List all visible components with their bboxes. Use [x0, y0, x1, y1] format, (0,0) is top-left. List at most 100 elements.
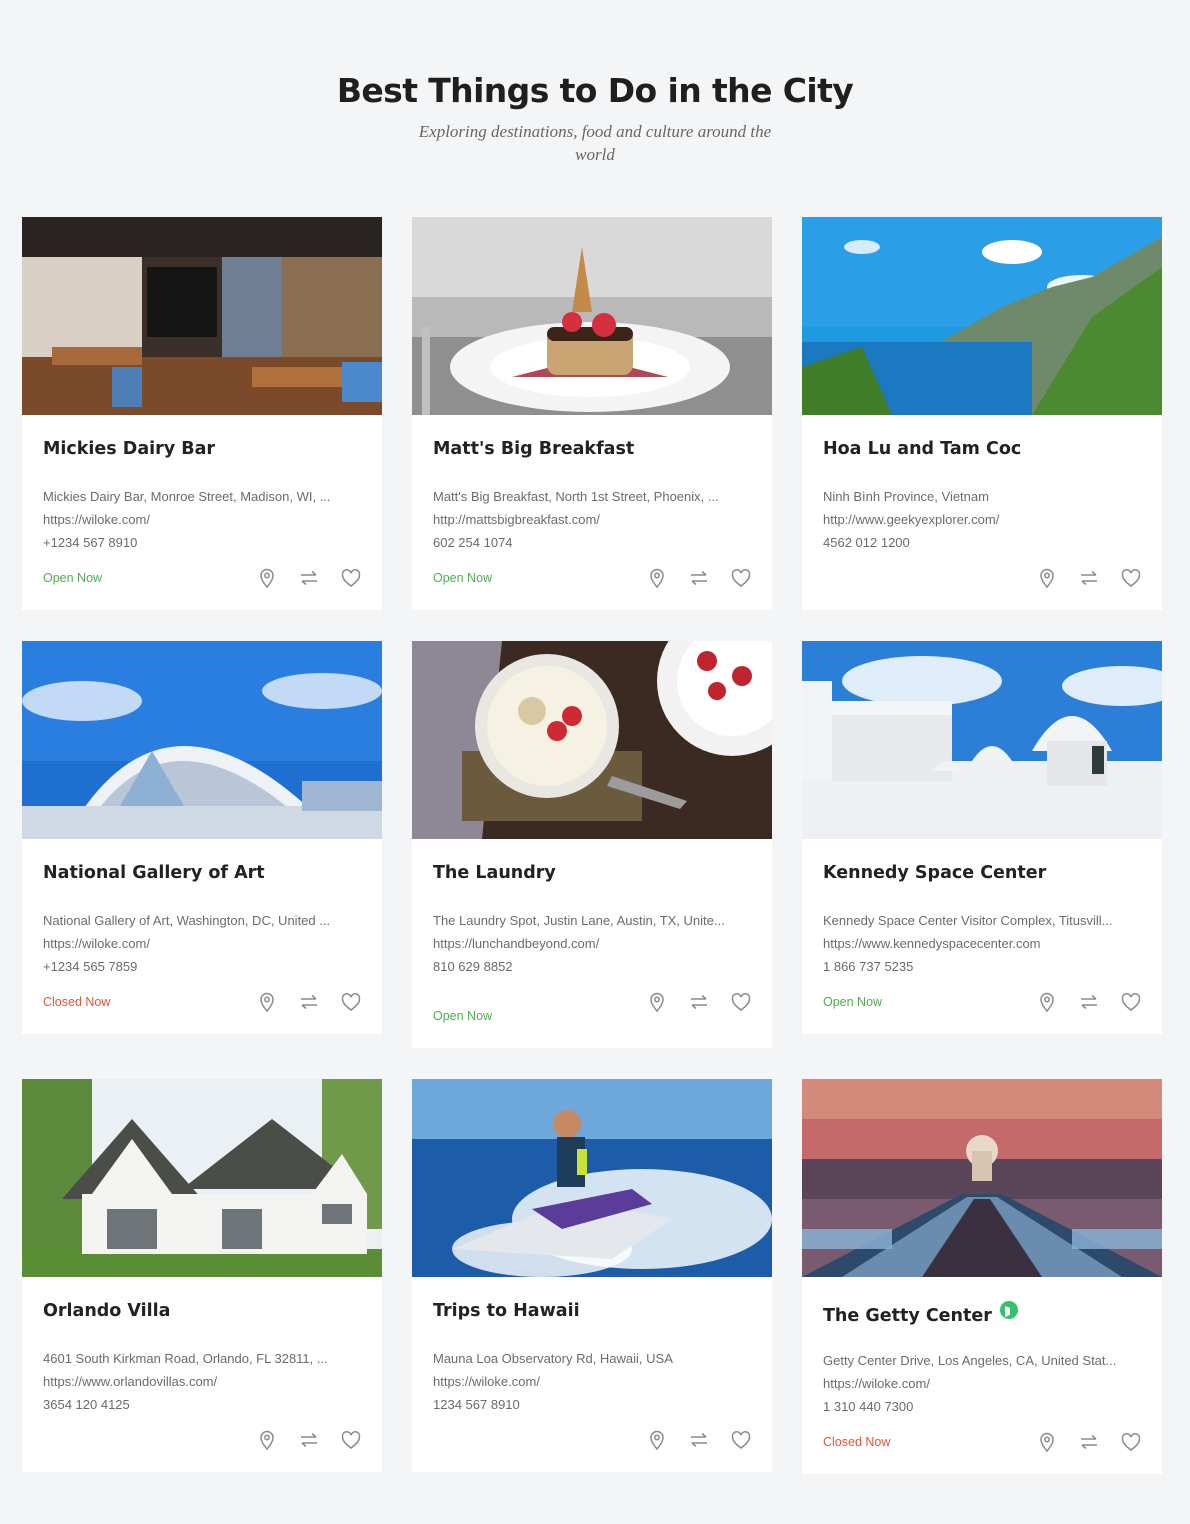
- listing-details: Ninh Bình Province, Vietnam http://www.g…: [823, 485, 1133, 554]
- listing-details: Matt's Big Breakfast, North 1st Street, …: [433, 485, 743, 554]
- compare-arrows-icon[interactable]: [688, 991, 710, 1013]
- listing-details: National Gallery of Art, Washington, DC,…: [43, 909, 353, 978]
- closed-status: Closed Now: [43, 995, 111, 1009]
- listing-website[interactable]: http://www.geekyexplorer.com/: [823, 508, 1133, 531]
- listing-card[interactable]: National Gallery of Art National Gallery…: [22, 641, 382, 1034]
- listing-title[interactable]: The Getty Center: [823, 1301, 1018, 1326]
- listing-actions: [646, 567, 756, 589]
- listing-phone[interactable]: 3654 120 4125: [43, 1393, 353, 1416]
- listing-details: 4601 South Kirkman Road, Orlando, FL 328…: [43, 1347, 353, 1416]
- listing-actions: [646, 1429, 756, 1451]
- listing-image[interactable]: [412, 1079, 772, 1277]
- listing-address: The Laundry Spot, Justin Lane, Austin, T…: [433, 913, 725, 928]
- listing-title[interactable]: Trips to Hawaii: [433, 1301, 580, 1321]
- listing-actions: [256, 991, 366, 1013]
- listing-image[interactable]: [22, 641, 382, 839]
- listing-title[interactable]: Mickies Dairy Bar: [43, 439, 215, 459]
- listing-details: Getty Center Drive, Los Angeles, CA, Uni…: [823, 1349, 1133, 1418]
- listing-phone[interactable]: 602 254 1074: [433, 531, 743, 554]
- listing-card[interactable]: Orlando Villa 4601 South Kirkman Road, O…: [22, 1079, 382, 1472]
- listing-actions: [256, 567, 366, 589]
- heart-icon[interactable]: [340, 1429, 362, 1451]
- heart-icon[interactable]: [1120, 1431, 1142, 1453]
- listing-actions: [256, 1429, 366, 1451]
- listing-address: Ninh Bình Province, Vietnam: [823, 489, 989, 504]
- listing-website[interactable]: https://www.orlandovillas.com/: [43, 1370, 353, 1393]
- listing-actions: [1036, 567, 1146, 589]
- listing-website[interactable]: https://wiloke.com/: [43, 508, 353, 531]
- listing-phone[interactable]: +1234 565 7859: [43, 955, 353, 978]
- listing-card[interactable]: Matt's Big Breakfast Matt's Big Breakfas…: [412, 217, 772, 610]
- listing-image[interactable]: [22, 1079, 382, 1277]
- listing-phone[interactable]: 1 866 737 5235: [823, 955, 1133, 978]
- open-status: Open Now: [823, 995, 883, 1009]
- compare-arrows-icon[interactable]: [688, 1429, 710, 1451]
- compare-arrows-icon[interactable]: [298, 567, 320, 589]
- listing-website[interactable]: https://lunchandbeyond.com/: [433, 932, 743, 955]
- compare-arrows-icon[interactable]: [688, 567, 710, 589]
- listing-details: The Laundry Spot, Justin Lane, Austin, T…: [433, 909, 743, 978]
- listing-address: Getty Center Drive, Los Angeles, CA, Uni…: [823, 1353, 1117, 1368]
- listing-address: Matt's Big Breakfast, North 1st Street, …: [433, 489, 719, 504]
- listing-website[interactable]: https://wiloke.com/: [823, 1372, 1133, 1395]
- heart-icon[interactable]: [730, 1429, 752, 1451]
- listing-phone[interactable]: 1 310 440 7300: [823, 1395, 1133, 1418]
- listing-image[interactable]: [802, 641, 1162, 839]
- map-pin-icon[interactable]: [1036, 991, 1058, 1013]
- compare-arrows-icon[interactable]: [1078, 567, 1100, 589]
- listing-website[interactable]: https://wiloke.com/: [43, 932, 353, 955]
- listing-title[interactable]: Hoa Lu and Tam Coc: [823, 439, 1021, 459]
- listing-phone[interactable]: 810 629 8852: [433, 955, 743, 978]
- listing-details: Mickies Dairy Bar, Monroe Street, Madiso…: [43, 485, 353, 554]
- listing-title[interactable]: Kennedy Space Center: [823, 863, 1046, 883]
- listing-title[interactable]: The Laundry: [433, 863, 556, 883]
- listing-address: Mauna Loa Observatory Rd, Hawaii, USA: [433, 1351, 673, 1366]
- map-pin-icon[interactable]: [256, 1429, 278, 1451]
- listing-image[interactable]: [412, 641, 772, 839]
- listing-card[interactable]: Mickies Dairy Bar Mickies Dairy Bar, Mon…: [22, 217, 382, 610]
- closed-status: Closed Now: [823, 1435, 891, 1449]
- open-status: Open Now: [433, 1009, 493, 1023]
- compare-arrows-icon[interactable]: [298, 1429, 320, 1451]
- listing-image[interactable]: [802, 1079, 1162, 1277]
- listing-actions: [1036, 1431, 1146, 1453]
- heart-icon[interactable]: [730, 991, 752, 1013]
- compare-arrows-icon[interactable]: [1078, 991, 1100, 1013]
- listing-card[interactable]: Trips to Hawaii Mauna Loa Observatory Rd…: [412, 1079, 772, 1472]
- heart-icon[interactable]: [730, 567, 752, 589]
- listing-image[interactable]: [412, 217, 772, 415]
- listing-card[interactable]: Kennedy Space Center Kennedy Space Cente…: [802, 641, 1162, 1034]
- compare-arrows-icon[interactable]: [1078, 1431, 1100, 1453]
- listing-card[interactable]: The Getty Center Getty Center Drive, Los…: [802, 1079, 1162, 1474]
- listing-card[interactable]: The Laundry The Laundry Spot, Justin Lan…: [412, 641, 772, 1048]
- listing-image[interactable]: [802, 217, 1162, 415]
- map-pin-icon[interactable]: [256, 567, 278, 589]
- listing-title[interactable]: Orlando Villa: [43, 1301, 170, 1321]
- listing-details: Kennedy Space Center Visitor Complex, Ti…: [823, 909, 1133, 978]
- map-pin-icon[interactable]: [646, 1429, 668, 1451]
- section-subtitle: Exploring destinations, food and culture…: [418, 122, 772, 164]
- listing-title[interactable]: Matt's Big Breakfast: [433, 439, 634, 459]
- heart-icon[interactable]: [1120, 991, 1142, 1013]
- map-pin-icon[interactable]: [256, 991, 278, 1013]
- heart-icon[interactable]: [1120, 567, 1142, 589]
- listing-title-text[interactable]: The Getty Center: [823, 1306, 992, 1326]
- listing-website[interactable]: https://www.kennedyspacecenter.com: [823, 932, 1133, 955]
- listing-phone[interactable]: 1234 567 8910: [433, 1393, 743, 1416]
- heart-icon[interactable]: [340, 567, 362, 589]
- listing-website[interactable]: https://wiloke.com/: [433, 1370, 743, 1393]
- listing-image[interactable]: [22, 217, 382, 415]
- listing-title[interactable]: National Gallery of Art: [43, 863, 265, 883]
- listing-actions: [1036, 991, 1146, 1013]
- map-pin-icon[interactable]: [646, 567, 668, 589]
- map-pin-icon[interactable]: [1036, 567, 1058, 589]
- map-pin-icon[interactable]: [646, 991, 668, 1013]
- listing-phone[interactable]: +1234 567 8910: [43, 531, 353, 554]
- listing-phone[interactable]: 4562 012 1200: [823, 531, 1133, 554]
- listing-card[interactable]: Hoa Lu and Tam Coc Ninh Bình Province, V…: [802, 217, 1162, 610]
- map-pin-icon[interactable]: [1036, 1431, 1058, 1453]
- heart-icon[interactable]: [340, 991, 362, 1013]
- compare-arrows-icon[interactable]: [298, 991, 320, 1013]
- listing-website[interactable]: http://mattsbigbreakfast.com/: [433, 508, 743, 531]
- listing-address: 4601 South Kirkman Road, Orlando, FL 328…: [43, 1351, 328, 1366]
